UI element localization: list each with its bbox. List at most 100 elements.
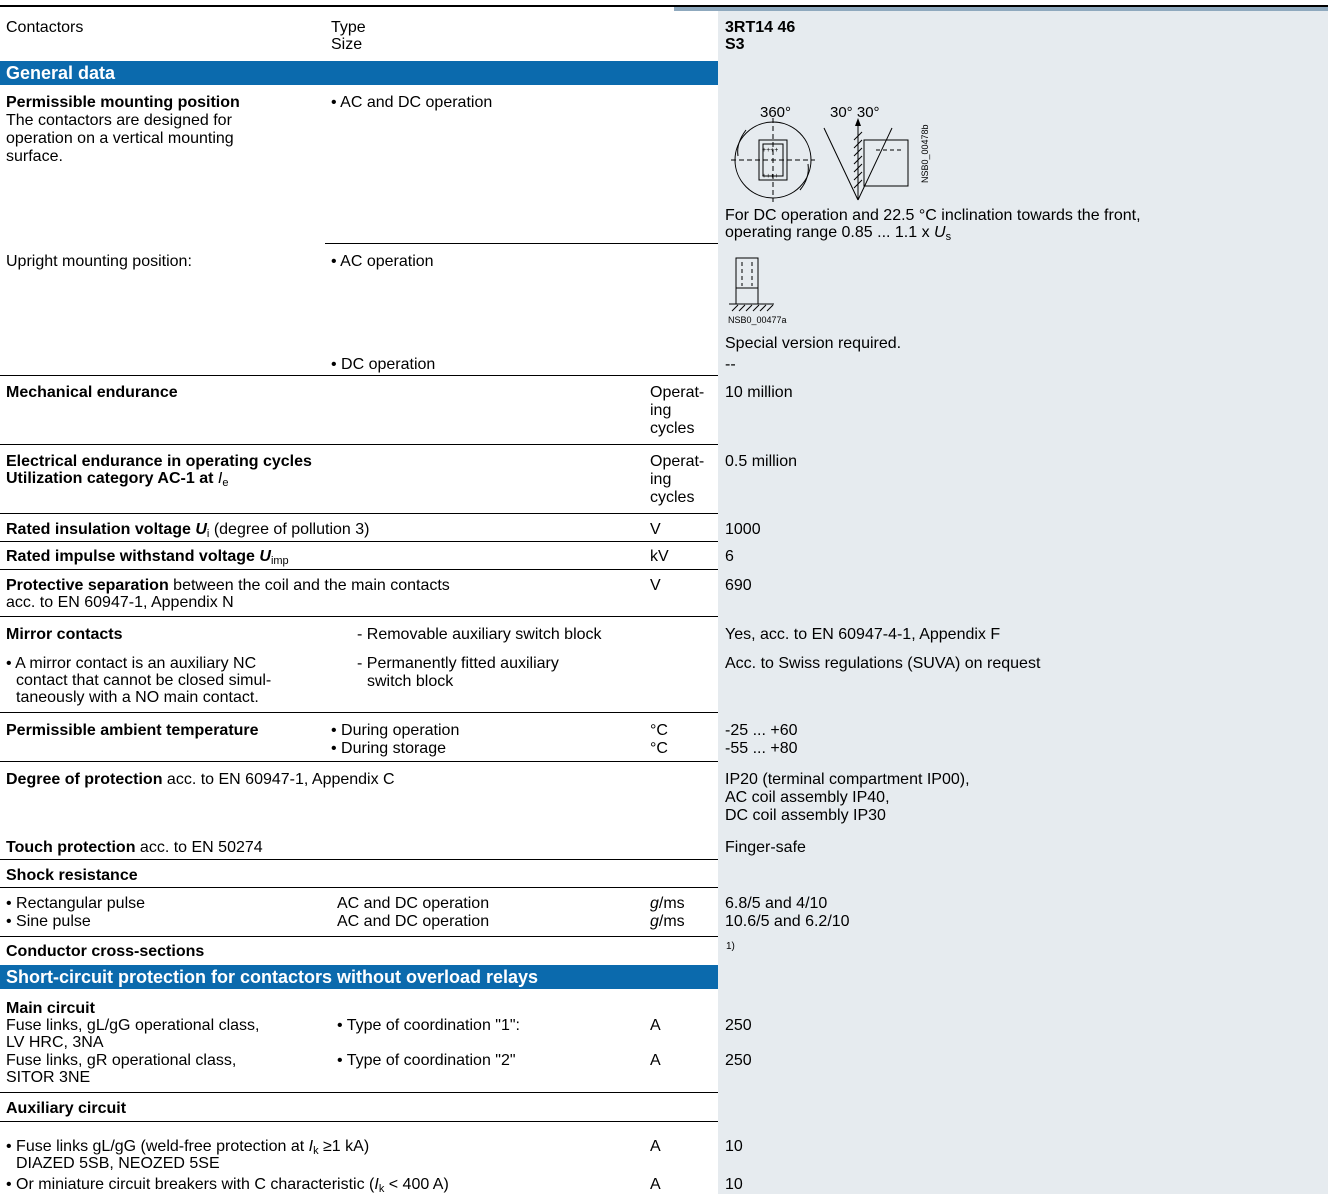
- svg-text:++++: ++++: [762, 147, 778, 154]
- mounting-title: Permissible mounting position: [6, 94, 240, 111]
- impulse-label: Rated impulse withstand voltage Uimp: [6, 548, 289, 567]
- divider: [0, 541, 718, 542]
- section-general-data: General data: [0, 61, 718, 85]
- shock-sine: • Sine pulse: [6, 913, 91, 930]
- header-type-label: Type: [331, 19, 366, 36]
- mech-unit-1: Operat-: [650, 384, 705, 401]
- mounting-operation: • AC and DC operation: [331, 94, 493, 111]
- mirror-value-2: Acc. to Swiss regulations (SUVA) on requ…: [725, 655, 1041, 672]
- shock-unit-1: g/ms: [650, 895, 685, 912]
- protection-label: Degree of protection acc. to EN 60947-1,…: [6, 771, 395, 788]
- impulse-value: 6: [725, 548, 734, 565]
- main-unit-1: A: [650, 1017, 661, 1034]
- elec-unit-2: ing: [650, 471, 672, 488]
- top-accent-bar: [674, 7, 1328, 11]
- conductor-label: Conductor cross-sections: [6, 943, 205, 960]
- mounting-position-diagram: 360° 30° 30° ++++ ++++ NSB0_00478b: [731, 104, 930, 202]
- main-unit-2: A: [650, 1052, 661, 1069]
- elec-label-2: Utilization category AC-1 at Ie: [6, 470, 229, 489]
- touch-value: Finger-safe: [725, 839, 806, 856]
- aux-line-1: • Fuse links gL/gG (weld-free protection…: [6, 1138, 370, 1157]
- divider: [0, 859, 718, 860]
- main-value-2: 250: [725, 1052, 752, 1069]
- upright-ac-operation: • AC operation: [331, 253, 434, 270]
- divider: [0, 887, 718, 888]
- insulation-label: Rated insulation voltage Ui (degree of p…: [6, 521, 370, 540]
- upright-dc-value: --: [725, 356, 736, 373]
- shock-title: Shock resistance: [6, 867, 138, 884]
- figure-code-00477a: NSB0_00477a: [728, 315, 787, 325]
- elec-label-1: Electrical endurance in operating cycles: [6, 453, 312, 470]
- divider: [0, 513, 718, 514]
- conductor-footnote: 1): [726, 941, 735, 952]
- section-short-circuit: Short-circuit protection for contactors …: [0, 965, 718, 989]
- mounting-desc-2: operation on a vertical mounting: [6, 130, 234, 147]
- shock-rect: • Rectangular pulse: [6, 895, 146, 912]
- ambient-operation: • During operation: [331, 722, 460, 739]
- upright-mounting-diagram: NSB0_00477a: [728, 257, 787, 325]
- insulation-unit: V: [650, 521, 661, 538]
- aux-unit-2: A: [650, 1176, 661, 1193]
- aux-value-1: 10: [725, 1138, 743, 1155]
- header-size-value: S3: [725, 36, 745, 53]
- elec-unit-3: cycles: [650, 489, 695, 506]
- main-fuse-2a: Fuse links, gR operational class,: [6, 1052, 237, 1069]
- divider: [0, 375, 718, 376]
- angle-30-label: 30° 30°: [830, 104, 880, 121]
- main-circuit-title: Main circuit: [6, 1000, 95, 1017]
- mirror-value-1: Yes, acc. to EN 60947-4-1, Appendix F: [725, 626, 1001, 643]
- header-size-label: Size: [331, 36, 363, 53]
- shock-unit-2: g/ms: [650, 913, 685, 930]
- elec-unit-1: Operat-: [650, 453, 705, 470]
- protection-value-2: AC coil assembly IP40,: [725, 789, 890, 806]
- mounting-desc-3: surface.: [6, 148, 63, 165]
- figure-code-00478b: NSB0_00478b: [920, 124, 930, 183]
- header-contactors: Contactors: [6, 19, 84, 36]
- separation-line-2: acc. to EN 60947-1, Appendix N: [6, 594, 234, 611]
- ambient-label: Permissible ambient temperature: [6, 722, 259, 739]
- mech-value: 10 million: [725, 384, 793, 401]
- shock-rect-op: AC and DC operation: [337, 895, 490, 912]
- mounting-desc-1: The contactors are designed for: [6, 112, 232, 129]
- mech-unit-2: ing: [650, 402, 672, 419]
- divider: [0, 1121, 718, 1122]
- svg-text:++++: ++++: [762, 173, 778, 180]
- ambient-value-op: -25 ... +60: [725, 722, 798, 739]
- aux-line-1b: DIAZED 5SB, NEOZED 5SE: [16, 1155, 220, 1172]
- mirror-option-1: - Removable auxiliary switch block: [357, 626, 602, 643]
- divider: [0, 1092, 718, 1093]
- angle-360-label: 360°: [760, 104, 791, 121]
- impulse-unit: kV: [650, 548, 669, 565]
- ambient-unit-2: °C: [650, 740, 668, 757]
- divider: [325, 243, 718, 244]
- shock-sine-value: 10.6/5 and 6.2/10: [725, 913, 850, 930]
- elec-value: 0.5 million: [725, 453, 798, 470]
- aux-line-2: • Or miniature circuit breakers with C c…: [6, 1176, 449, 1195]
- shock-sine-op: AC and DC operation: [337, 913, 490, 930]
- main-coord-2: • Type of coordination "2": [337, 1052, 516, 1069]
- divider: [0, 936, 718, 937]
- aux-value-2: 10: [725, 1176, 743, 1193]
- main-fuse-1a: Fuse links, gL/gG operational class,: [6, 1017, 260, 1034]
- header-type-value: 3RT14 46: [725, 19, 796, 36]
- separation-label: Protective separation between the coil a…: [6, 577, 450, 594]
- mounting-note-1: For DC operation and 22.5 °C inclination…: [725, 207, 1141, 224]
- aux-circuit-title: Auxiliary circuit: [6, 1100, 127, 1117]
- mech-unit-3: cycles: [650, 420, 695, 437]
- mirror-desc-1: • A mirror contact is an auxiliary NC: [6, 655, 257, 672]
- protection-value-1: IP20 (terminal compartment IP00),: [725, 771, 970, 788]
- divider: [0, 761, 718, 762]
- protection-value-3: DC coil assembly IP30: [725, 807, 886, 824]
- touch-label: Touch protection acc. to EN 50274: [6, 839, 263, 856]
- divider: [0, 616, 718, 617]
- separation-unit: V: [650, 577, 661, 594]
- main-fuse-2b: SITOR 3NE: [6, 1069, 91, 1086]
- mirror-option-2b: switch block: [367, 673, 454, 690]
- main-fuse-1b: LV HRC, 3NA: [6, 1034, 104, 1051]
- mech-label: Mechanical endurance: [6, 384, 178, 401]
- mirror-desc-3: taneously with a NO main contact.: [16, 689, 259, 706]
- upright-dc-operation: • DC operation: [331, 356, 436, 373]
- upright-ac-value: Special version required.: [725, 335, 902, 352]
- divider: [0, 712, 718, 713]
- ambient-unit-1: °C: [650, 722, 668, 739]
